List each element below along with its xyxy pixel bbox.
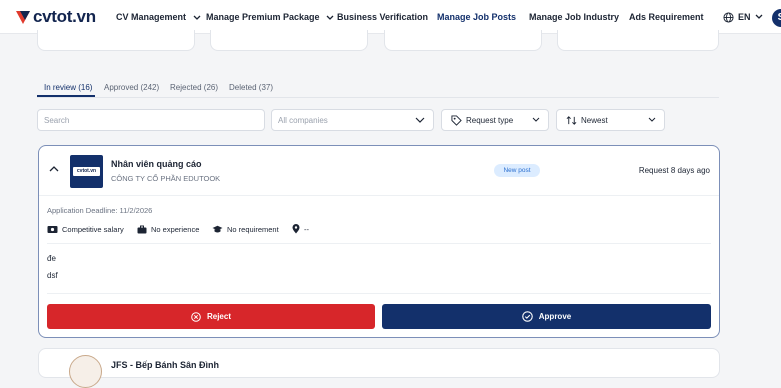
language-selector[interactable]: EN [723, 0, 763, 34]
nav-manage-job-posts[interactable]: Manage Job Posts [437, 0, 516, 34]
x-circle-icon [191, 311, 201, 322]
stat-card [210, 30, 368, 51]
experience-requirement: No experience [137, 224, 199, 234]
company-logo-text: cvtot.vn [73, 167, 100, 176]
nav-manage-job-industry[interactable]: Manage Job Industry [529, 0, 619, 34]
sort-label: Newest [581, 115, 608, 125]
chevron-up-icon[interactable] [49, 165, 59, 173]
stat-card [37, 30, 195, 51]
brand-name: cvtot.vn [33, 7, 96, 26]
chevron-down-icon [532, 117, 540, 122]
tab-deleted[interactable]: Deleted (37) [229, 80, 273, 102]
tab-approved[interactable]: Approved (242) [104, 80, 159, 102]
status-badge: New post [494, 164, 540, 177]
map-pin-icon [292, 224, 300, 234]
search-input[interactable]: Search [37, 109, 265, 131]
nav-ads-requirement[interactable]: Ads Requirement [629, 0, 704, 34]
stat-card [384, 30, 542, 51]
chevron-down-icon [648, 117, 656, 122]
tab-rejected[interactable]: Rejected (26) [170, 80, 218, 102]
location-requirement: -- [292, 224, 309, 234]
section-divider [47, 243, 711, 244]
nav-cv-management[interactable]: CV Management [116, 0, 201, 34]
language-label: EN [738, 12, 751, 22]
chevron-down-icon [193, 15, 200, 20]
nav-manage-job-posts-label: Manage Job Posts [437, 12, 517, 22]
card-divider [39, 195, 719, 196]
request-time: Request 8 days ago [638, 166, 710, 175]
nav-manage-job-industry-label: Manage Job Industry [529, 12, 620, 22]
chevron-down-icon [415, 117, 425, 123]
education-requirement: No requirement [212, 224, 279, 234]
nav-business-verification-label: Business Verification [337, 12, 429, 22]
approve-label: Approve [538, 312, 572, 321]
experience-label: No experience [151, 224, 200, 234]
user-avatar[interactable]: S [772, 9, 781, 27]
reject-button[interactable]: Reject [47, 304, 375, 329]
location-label: -- [304, 224, 309, 234]
active-tab-indicator [37, 95, 95, 97]
request-type-select[interactable]: Request type [441, 109, 549, 131]
globe-icon [723, 11, 734, 23]
company-select-placeholder: All companies [278, 115, 328, 125]
company-name: CÔNG TY CỔ PHẦN EDUTOOK [111, 174, 221, 183]
tag-icon [451, 114, 462, 126]
job-post-card: cvtot.vn Nhân viên quảng cáo CÔNG TY CỔ … [38, 145, 720, 338]
salary-requirement: Competitive salary [47, 224, 124, 234]
job-post-card[interactable]: JFS - Bếp Bánh Sân Đình [38, 348, 720, 388]
company-logo: cvtot.vn [70, 155, 103, 188]
reject-label: Reject [206, 312, 231, 321]
company-select[interactable]: All companies [271, 109, 434, 131]
nav-manage-premium-package[interactable]: Manage Premium Package [206, 0, 334, 34]
check-circle-icon [521, 311, 533, 322]
stat-card [557, 30, 719, 51]
top-navbar: cvtot.vn CV Management Manage Premium Pa… [0, 0, 781, 34]
salary-label: Competitive salary [62, 224, 124, 234]
job-title: Nhân viên quảng cáo [111, 159, 202, 169]
chevron-down-icon [755, 14, 762, 19]
nav-business-verification[interactable]: Business Verification [337, 0, 428, 34]
company-logo [69, 355, 102, 388]
search-placeholder: Search [44, 115, 70, 125]
job-title: JFS - Bếp Bánh Sân Đình [111, 360, 220, 370]
nav-ads-requirement-label: Ads Requirement [629, 12, 704, 22]
tab-in-review[interactable]: In review (16) [44, 80, 92, 102]
chevron-down-icon [326, 15, 334, 20]
tabs-divider [37, 97, 719, 98]
request-type-label: Request type [466, 115, 514, 125]
nav-cv-management-label: CV Management [116, 12, 187, 22]
education-label: No requirement [227, 224, 279, 234]
description-line: đe [47, 254, 56, 263]
description-line: dsf [47, 271, 58, 280]
logo-mark-icon [16, 11, 30, 24]
graduation-cap-icon [212, 225, 223, 232]
brand-logo[interactable]: cvtot.vn [14, 7, 96, 27]
sort-select[interactable]: Newest [556, 109, 665, 131]
section-divider [47, 293, 711, 294]
approve-button[interactable]: Approve [382, 304, 711, 329]
money-icon [47, 225, 58, 233]
sort-icon [566, 115, 577, 125]
application-deadline: Application Deadline: 11/2/2026 [47, 206, 153, 215]
nav-manage-premium-package-label: Manage Premium Package [206, 12, 320, 22]
briefcase-icon [137, 225, 147, 233]
